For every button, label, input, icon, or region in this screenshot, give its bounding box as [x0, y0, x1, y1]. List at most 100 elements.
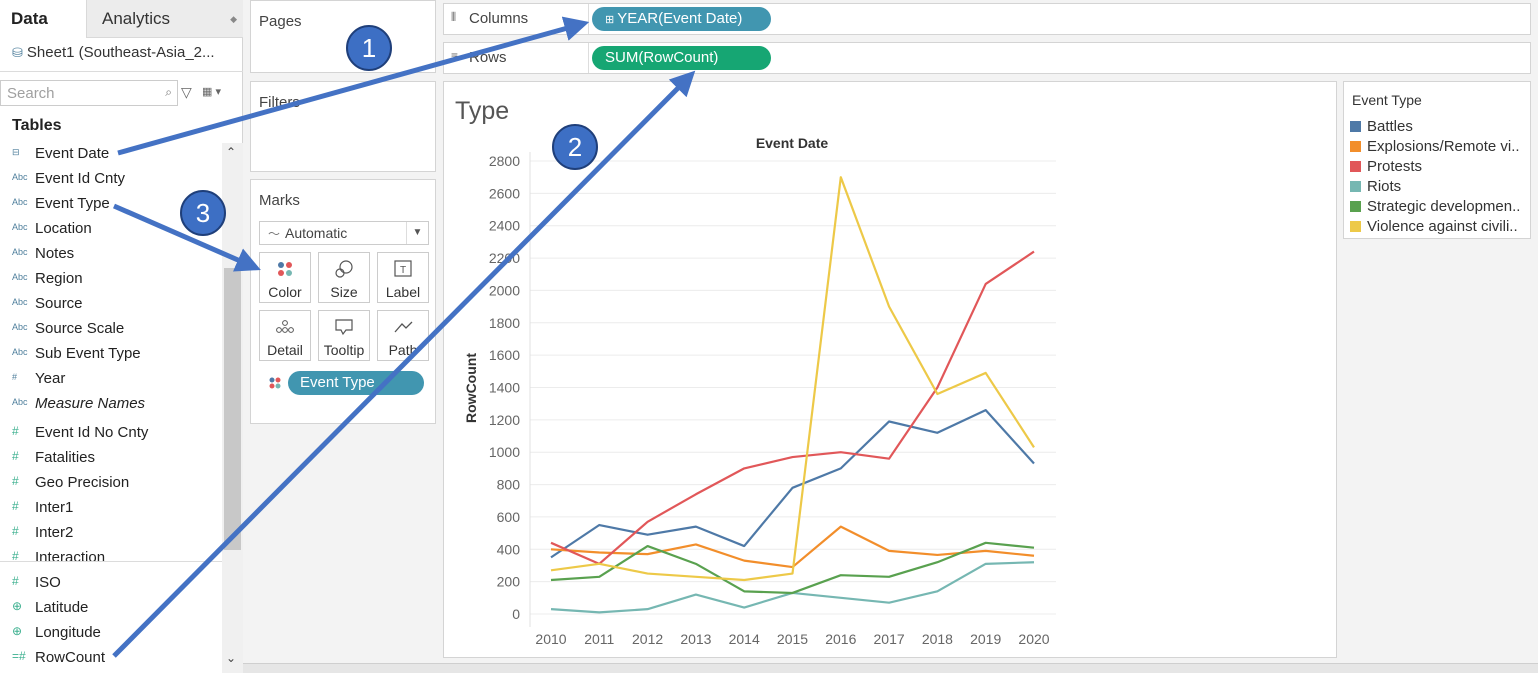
hash-icon: # [12, 449, 19, 463]
scroll-down-icon[interactable]: ⌄ [226, 651, 236, 665]
hash-icon: # [12, 372, 18, 382]
field-item[interactable]: # Interaction [0, 547, 222, 572]
measures-divider [0, 561, 222, 562]
label-button[interactable]: T Label [377, 252, 429, 303]
field-item[interactable]: =# RowCount [0, 647, 222, 672]
columns-shelf[interactable]: ⫴ Columns ⊞ YEAR(Event Date) [443, 3, 1531, 35]
field-item[interactable]: Abc Source [0, 293, 222, 318]
color-button[interactable]: Color [259, 252, 311, 303]
legend-item[interactable]: Explosions/Remote vi.. [1350, 137, 1530, 157]
view-options-icon[interactable]: ▦ ▾ [202, 85, 221, 98]
legend-swatch [1350, 121, 1361, 132]
chevron-down-icon[interactable]: ▼ [406, 222, 428, 244]
marks-card: Marks 〜 Automatic ▼ Color Size T Label D… [250, 179, 436, 424]
field-item[interactable]: ⊕ Latitude [0, 597, 222, 622]
search-input[interactable] [1, 81, 151, 105]
path-button[interactable]: Path [377, 310, 429, 361]
y-tick-label: 2800 [489, 153, 520, 169]
x-tick-label: 2011 [584, 631, 614, 647]
year-event-date-pill[interactable]: ⊞ YEAR(Event Date) [592, 7, 771, 31]
abc-icon: Abc [12, 247, 28, 257]
filter-icon[interactable]: ▽ [181, 84, 192, 101]
field-name: Measure Names [35, 395, 146, 412]
legend-item[interactable]: Battles [1350, 117, 1530, 137]
line-mark-icon: 〜 [268, 227, 281, 241]
field-item[interactable]: ⊕ Longitude [0, 622, 222, 647]
marks-title: Marks [259, 192, 300, 209]
field-name: Latitude [35, 599, 89, 616]
detail-button[interactable]: Detail [259, 310, 311, 361]
abc-icon: Abc [12, 297, 28, 307]
columns-label: Columns [469, 10, 529, 27]
field-item[interactable]: ⊟ Event Date [0, 143, 222, 168]
field-item[interactable]: Abc Notes [0, 243, 222, 268]
field-name: Longitude [35, 624, 101, 641]
field-item[interactable]: Abc Source Scale [0, 318, 222, 343]
tab-data[interactable]: Data [0, 0, 86, 38]
tables-header: Tables [12, 117, 62, 134]
legend-label: Battles [1367, 118, 1413, 135]
globe-icon: ⊕ [12, 624, 23, 638]
datasource-item[interactable]: ⛁ Sheet1 (Southeast-Asia_2... [12, 44, 215, 61]
filters-card[interactable]: Filters [250, 81, 436, 172]
x-tick-label: 2019 [970, 631, 1001, 647]
globe-icon: ⊕ [12, 599, 23, 613]
hash-icon: # [12, 499, 19, 513]
sum-rowcount-pill[interactable]: SUM(RowCount) [592, 46, 771, 70]
legend-item[interactable]: Strategic developmen.. [1350, 197, 1530, 217]
field-item[interactable]: Abc Region [0, 268, 222, 293]
x-tick-label: 2017 [874, 631, 905, 647]
y-tick-label: 400 [497, 541, 521, 557]
datasource-icon: ⛁ [12, 45, 23, 60]
field-item[interactable]: Abc Event Id Cnty [0, 168, 222, 193]
legend-item[interactable]: Protests [1350, 157, 1530, 177]
legend-title: Event Type [1352, 92, 1422, 108]
tooltip-label: Tooltip [323, 342, 365, 358]
field-list-scrollbar[interactable]: ⌃ ⌄ [222, 143, 243, 673]
size-button[interactable]: Size [318, 252, 370, 303]
field-name: Region [35, 270, 83, 287]
x-tick-label: 2018 [922, 631, 953, 647]
expand-icon[interactable]: ⊞ [605, 14, 617, 26]
field-item[interactable]: Abc Sub Event Type [0, 343, 222, 368]
legend-label: Explosions/Remote vi.. [1367, 138, 1520, 155]
rows-shelf[interactable]: ≡ Rows SUM(RowCount) [443, 42, 1531, 74]
x-tick-label: 2010 [535, 631, 566, 647]
y-tick-label: 2600 [489, 185, 520, 201]
tooltip-button[interactable]: Tooltip [318, 310, 370, 361]
field-item[interactable]: Abc Measure Names [0, 393, 222, 418]
field-item[interactable]: # Geo Precision [0, 472, 222, 497]
annotation-badge-2: 2 [552, 124, 598, 170]
field-item[interactable]: # Fatalities [0, 447, 222, 472]
tableau-app: Data Analytics ◆ ⛁ Sheet1 (Southeast-Asia… [0, 0, 1538, 673]
abc-icon: Abc [12, 322, 28, 332]
scroll-thumb[interactable] [224, 268, 241, 550]
field-item[interactable]: # ISO [0, 572, 222, 597]
pages-card[interactable]: Pages [250, 0, 436, 73]
field-item[interactable]: # Inter2 [0, 522, 222, 547]
search-icon[interactable]: ⌕ [165, 85, 172, 100]
x-tick-label: 2015 [777, 631, 808, 647]
mark-type-dropdown[interactable]: 〜 Automatic ▼ [259, 221, 429, 245]
field-name: Geo Precision [35, 474, 130, 491]
scroll-up-icon[interactable]: ⌃ [226, 145, 236, 159]
field-item[interactable]: # Inter1 [0, 497, 222, 522]
legend-item[interactable]: Riots [1350, 177, 1530, 197]
size-icon [335, 260, 353, 278]
event-type-pill[interactable]: Event Type [288, 371, 424, 395]
field-name: Source Scale [35, 320, 125, 337]
field-name: Event Date [35, 145, 110, 162]
field-item[interactable]: # Year [0, 368, 222, 393]
field-name: RowCount [35, 649, 106, 666]
field-item[interactable]: # Event Id No Cnty [0, 422, 222, 447]
y-tick-label: 2200 [489, 250, 520, 266]
x-tick-label: 2014 [729, 631, 760, 647]
date-icon: ⊟ [12, 147, 20, 157]
y-tick-label: 0 [512, 606, 520, 622]
y-axis-label: RowCount [463, 353, 479, 423]
field-name: Year [35, 370, 66, 387]
datasource-label: Sheet1 (Southeast-Asia_2... [26, 44, 215, 61]
tab-caret-icon[interactable]: ◆ [230, 0, 237, 38]
tab-analytics[interactable]: Analytics ◆ [86, 0, 243, 38]
legend-item[interactable]: Violence against civili.. [1350, 217, 1530, 237]
